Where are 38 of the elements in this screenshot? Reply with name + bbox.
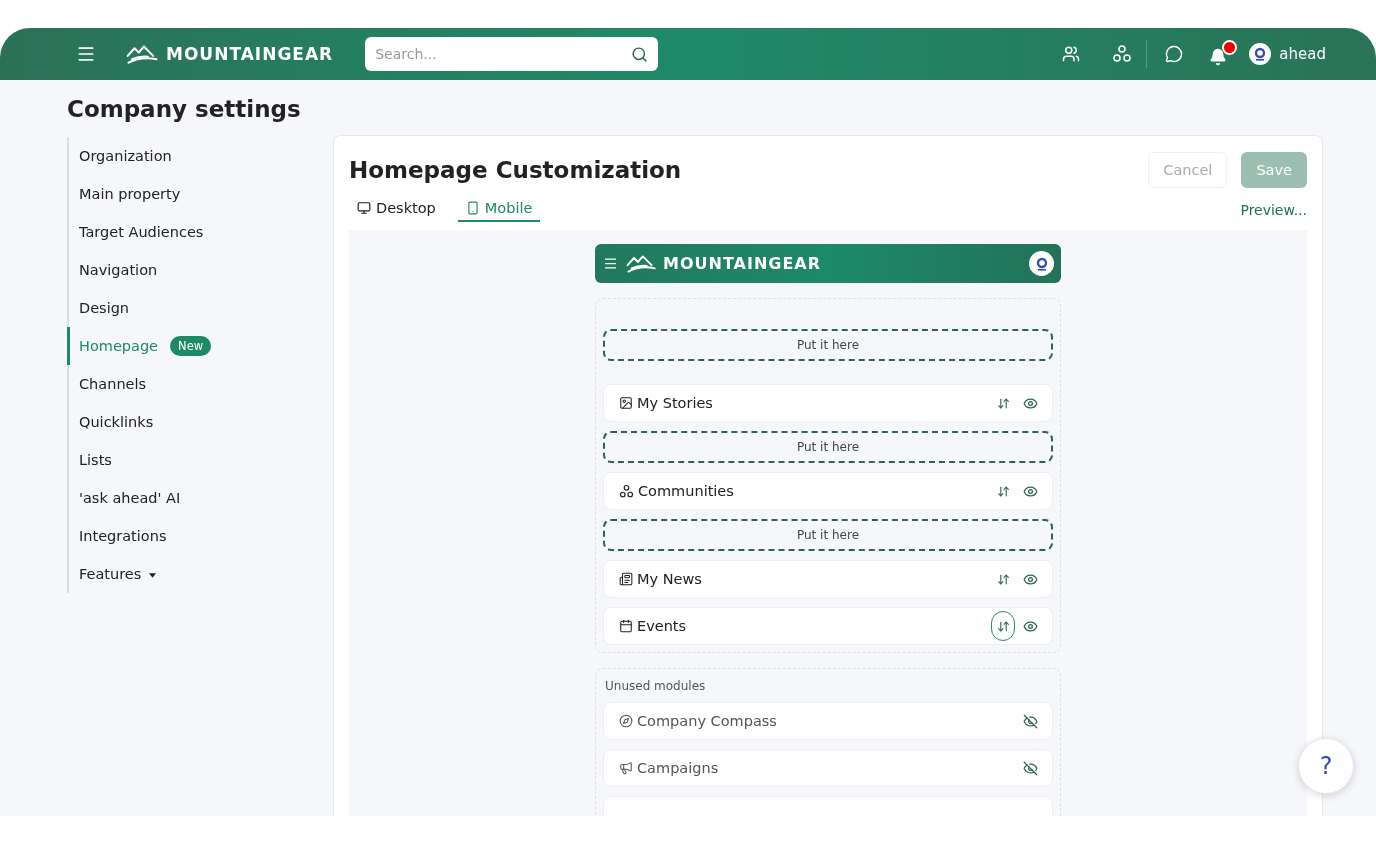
card-title: Homepage Customization (349, 157, 683, 183)
preview-link[interactable]: Preview... (1240, 202, 1307, 218)
drop-zone: Put it here (603, 329, 1053, 361)
module-name: My Stories (637, 395, 714, 411)
module-name: Communities (638, 483, 735, 499)
sidebar-item[interactable]: Features (67, 555, 333, 593)
module-card[interactable]: My Stories (603, 384, 1053, 422)
brand-name: MOUNTAINGEAR (166, 44, 334, 64)
sidebar-item[interactable]: Design (67, 289, 333, 327)
sidebar-item[interactable]: Target Audiences (67, 213, 333, 251)
module-card[interactable]: Events (603, 607, 1053, 645)
module-card[interactable]: My News (603, 560, 1053, 598)
sidebar-item[interactable]: Quicklinks (67, 403, 333, 441)
sidebar-item[interactable]: Lists (67, 441, 333, 479)
sidebar-item[interactable]: 'ask ahead' AI (67, 479, 333, 517)
module-name: Campaigns (637, 760, 720, 776)
view-tab[interactable]: Mobile (457, 198, 541, 222)
module-name: My News (637, 571, 703, 587)
module-name: Company Compass (637, 713, 778, 729)
sidebar-item[interactable]: Navigation (67, 251, 333, 289)
page-title: Company settings (67, 96, 302, 122)
drop-zone: Put it here (603, 519, 1053, 551)
module-name: Events (637, 618, 688, 634)
module-card[interactable]: Communities (603, 472, 1053, 510)
sidebar-item[interactable]: Main property (67, 175, 333, 213)
sidebar-item[interactable]: Channels (67, 365, 333, 403)
sidebar-item[interactable]: Integrations (67, 517, 333, 555)
view-tab[interactable]: Desktop (349, 198, 444, 222)
search-input[interactable]: Search... (373, 45, 632, 63)
section-label: Unused modules (605, 679, 707, 693)
user-menu[interactable]: ahead (1249, 43, 1326, 65)
search-bar[interactable]: Search... (365, 37, 659, 71)
brand-name: MOUNTAINGEAR (663, 254, 822, 273)
module-card[interactable]: Campaigns (603, 749, 1053, 787)
module-card[interactable]: Company Compass (603, 702, 1053, 740)
drop-zone: Put it here (603, 431, 1053, 463)
new-badge: New (170, 336, 212, 356)
sidebar-item[interactable]: Organization (67, 137, 333, 175)
